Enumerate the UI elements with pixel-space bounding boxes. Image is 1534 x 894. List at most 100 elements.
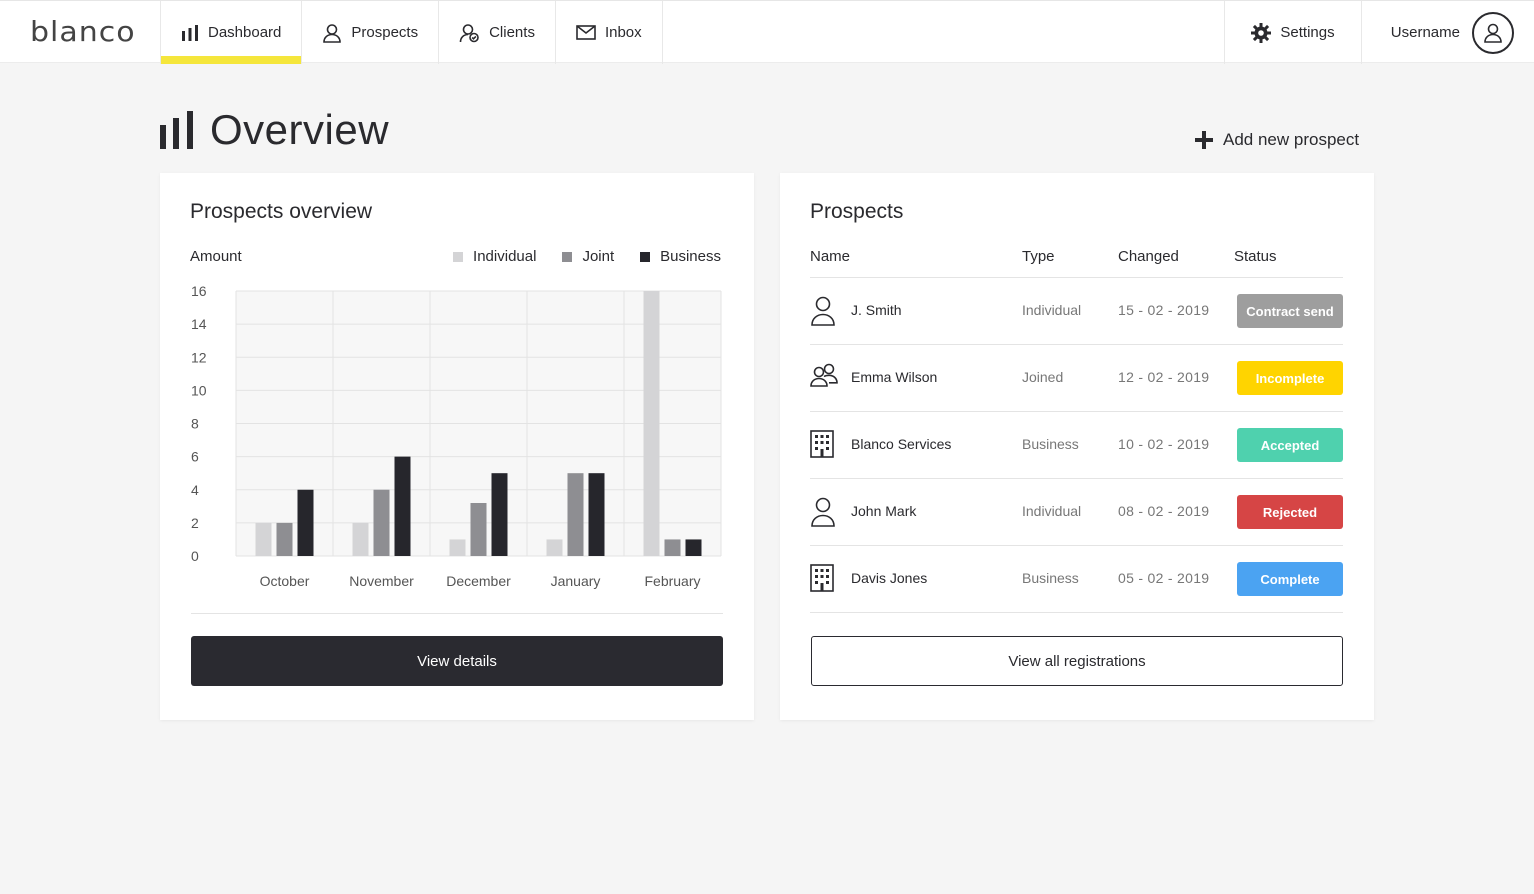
- x-tick-label: December: [446, 573, 511, 589]
- prospect-name: John Mark: [851, 503, 917, 519]
- nav-item-dashboard[interactable]: Dashboard: [160, 1, 303, 64]
- user-menu[interactable]: Username: [1361, 1, 1534, 64]
- prospect-name: Emma Wilson: [851, 369, 938, 385]
- bar-individual-november: [352, 522, 369, 556]
- card-title: Prospects overview: [190, 200, 373, 223]
- y-tick-label: 6: [191, 449, 199, 465]
- plus-icon: [1195, 131, 1213, 149]
- column-header-type: Type: [1022, 248, 1055, 265]
- user-avatar-icon: [1484, 23, 1502, 43]
- add-new-prospect-button[interactable]: Add new prospect: [1195, 130, 1359, 150]
- bar-joint-october: [276, 522, 293, 556]
- bar-individual-october: [255, 522, 272, 556]
- two-people-icon: [810, 363, 838, 390]
- chart-legend: Individual Joint Business: [453, 248, 721, 265]
- bar-business-november: [394, 456, 411, 556]
- settings-label: Settings: [1280, 24, 1335, 41]
- x-tick-label: January: [551, 573, 601, 589]
- bar-chart-icon: [160, 111, 193, 149]
- y-tick-label: 0: [191, 548, 199, 564]
- prospect-changed-date: 05 - 02 - 2019: [1118, 570, 1210, 586]
- person-icon: [323, 23, 342, 43]
- nav-item-clients[interactable]: Clients: [439, 1, 556, 64]
- building-icon: [810, 564, 834, 595]
- legend-label: Business: [660, 248, 721, 265]
- divider: [191, 613, 723, 614]
- avatar[interactable]: [1472, 11, 1514, 54]
- y-tick-label: 2: [191, 515, 199, 531]
- nav-item-label: Prospects: [351, 24, 419, 41]
- username: Username: [1390, 24, 1460, 41]
- y-axis-label: Amount: [190, 248, 242, 265]
- column-header-name: Name: [810, 248, 851, 265]
- bar-joint-january: [567, 473, 584, 556]
- table-row[interactable]: J. Smith Individual 15 - 02 - 2019 Contract…: [810, 278, 1343, 345]
- bar-joint-december: [470, 503, 487, 556]
- legend-swatch: [640, 251, 651, 262]
- bar-joint-november: [373, 489, 390, 556]
- table-row[interactable]: John Mark Individual 08 - 02 - 2019 Rejecte…: [810, 479, 1343, 546]
- y-tick-label: 8: [191, 416, 199, 432]
- bar-business-december: [491, 473, 508, 556]
- legend-swatch: [562, 251, 573, 262]
- nav-item-label: Inbox: [604, 24, 642, 41]
- y-tick-label: 14: [191, 316, 207, 332]
- person-icon: [810, 296, 836, 329]
- y-tick-label: 4: [191, 482, 199, 498]
- status-badge: Rejected: [1237, 495, 1343, 529]
- y-tick-label: 12: [191, 349, 207, 365]
- bar-business-february: [685, 539, 702, 556]
- prospect-name: Davis Jones: [851, 570, 928, 586]
- prospect-type: Individual: [1022, 503, 1082, 519]
- building-icon: [810, 430, 834, 461]
- prospect-type: Joined: [1022, 369, 1064, 385]
- column-header-status: Status: [1234, 248, 1277, 265]
- nav-item-prospects[interactable]: Prospects: [302, 1, 440, 64]
- page-title: Overview: [160, 106, 389, 154]
- nav-right: Settings Username: [1224, 1, 1534, 64]
- legend-item-individual: Individual: [453, 248, 536, 265]
- prospect-type: Business: [1022, 436, 1079, 452]
- prospect-changed-date: 10 - 02 - 2019: [1118, 436, 1210, 452]
- table-row[interactable]: Davis Jones Business 05 - 02 - 2019 Complet…: [810, 546, 1343, 613]
- table-row[interactable]: Emma Wilson Joined 12 - 02 - 2019 Incomplet…: [810, 345, 1343, 412]
- prospect-type: Business: [1022, 570, 1079, 586]
- legend-swatch: [453, 251, 464, 262]
- main-nav: Dashboard Prospects Clients Inbox: [160, 1, 663, 64]
- add-new-prospect-label: Add new prospect: [1223, 130, 1360, 149]
- y-tick-label: 16: [191, 283, 207, 299]
- prospect-name: J. Smith: [851, 302, 902, 318]
- nav-item-label: Dashboard: [208, 24, 282, 41]
- x-tick-label: October: [260, 573, 310, 589]
- envelope-icon: [576, 25, 596, 40]
- prospect-changed-date: 08 - 02 - 2019: [1118, 503, 1210, 519]
- bar-individual-january: [546, 539, 563, 556]
- prospects-card: Prospects Name Type Changed Status J. Sm…: [780, 173, 1374, 720]
- legend-item-business: Business: [640, 248, 721, 265]
- bar-business-october: [297, 489, 314, 556]
- bar-chart: 0 2 4 6 8 10 12 14 16 October November December Janu…: [191, 283, 722, 589]
- top-navigation-bar: blanco Dashboard Prospects Clients Inbox: [0, 0, 1534, 64]
- status-badge: Accepted: [1237, 428, 1343, 462]
- legend-label: Joint: [582, 248, 615, 265]
- settings-button[interactable]: Settings: [1224, 1, 1361, 64]
- view-all-registrations-button[interactable]: View all registrations: [811, 636, 1343, 686]
- table-row[interactable]: Blanco Services Business 10 - 02 - 2019 Acc…: [810, 412, 1343, 479]
- legend-label: Individual: [473, 248, 537, 265]
- logo[interactable]: blanco: [30, 16, 136, 48]
- person-icon: [810, 497, 836, 530]
- card-title: Prospects: [810, 200, 904, 223]
- nav-item-inbox[interactable]: Inbox: [556, 1, 663, 64]
- status-badge: Incomplete: [1237, 361, 1343, 395]
- nav-item-label: Clients: [489, 24, 535, 41]
- bar-individual-december: [449, 539, 466, 556]
- view-details-button[interactable]: View details: [191, 636, 723, 686]
- bar-individual-february: [643, 291, 660, 556]
- legend-item-joint: Joint: [562, 248, 614, 265]
- prospect-changed-date: 15 - 02 - 2019: [1118, 302, 1210, 318]
- bar-chart-icon: [182, 24, 198, 41]
- x-tick-label: February: [644, 573, 700, 589]
- x-tick-label: November: [349, 573, 414, 589]
- page-heading: Overview: [210, 106, 390, 153]
- prospects-overview-card: Prospects overview Amount Individual Joi…: [160, 173, 754, 720]
